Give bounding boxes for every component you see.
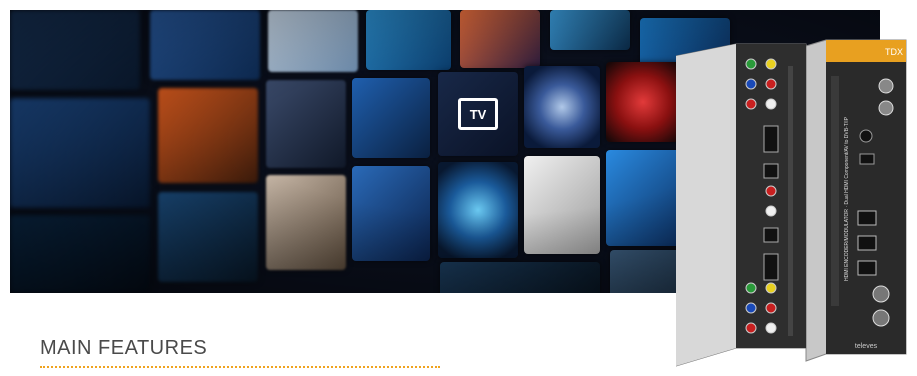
section-title-underline [40, 366, 440, 368]
encoder-modules-image: TDX televes HDMI ENCODER/MODULATOR · Dua… [675, 36, 911, 371]
module-side-label: HDMI ENCODER/MODULATOR · Dual HDMI Compo… [844, 116, 850, 281]
encoder-modules-illustration: TDX televes HDMI ENCODER/MODULATOR · Dua… [675, 39, 907, 367]
brand-logo: TDX [885, 47, 903, 57]
brand-name: televes [855, 343, 878, 350]
section-title: MAIN FEATURES [40, 337, 208, 359]
